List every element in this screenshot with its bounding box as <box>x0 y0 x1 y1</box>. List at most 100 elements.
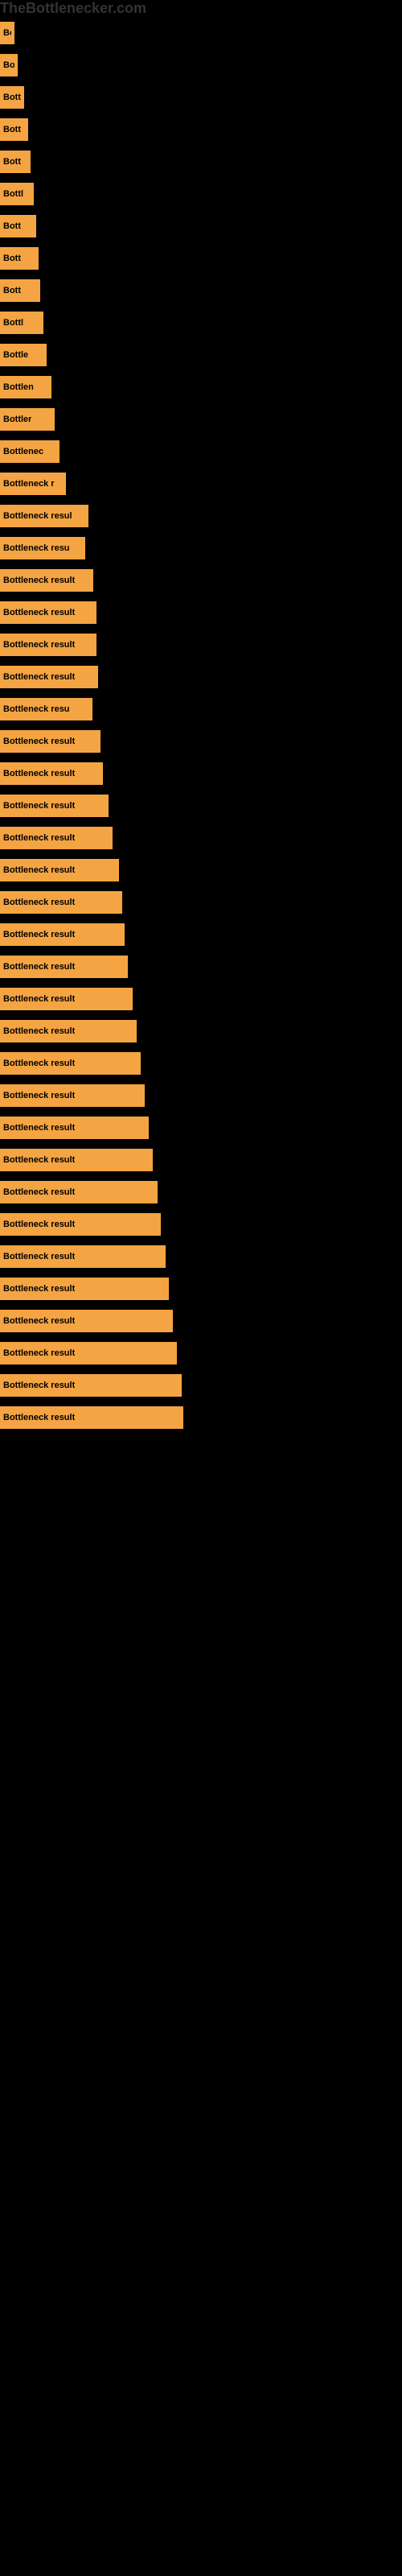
bar-row: Bottleneck result <box>0 597 402 629</box>
bar-label: Bottler <box>3 415 31 424</box>
bar-label: Bottleneck result <box>3 930 75 939</box>
bar-label: Bottleneck resul <box>3 511 72 521</box>
bar-row: Bottleneck result <box>0 1208 402 1241</box>
bar-row: Bott <box>0 242 402 275</box>
bar-row: Bott <box>0 114 402 146</box>
bar-label: Bottleneck result <box>3 1381 75 1390</box>
bar-label: Bottleneck result <box>3 801 75 811</box>
bar-label: Bottleneck result <box>3 1348 75 1358</box>
bar-row: Bottleneck result <box>0 1047 402 1080</box>
result-bar: Bott <box>0 279 40 302</box>
result-bar: Bottleneck result <box>0 1310 173 1332</box>
bar-label: Bottleneck result <box>3 1123 75 1133</box>
bar-label: Bott <box>3 254 21 263</box>
bar-row: Bottlenec <box>0 436 402 468</box>
bar-label: Bottleneck result <box>3 737 75 746</box>
result-bar: Bott <box>0 151 31 173</box>
bar-label: Bottl <box>3 189 23 199</box>
result-bar: Bottleneck r <box>0 473 66 495</box>
bar-label: Bottlenec <box>3 447 43 456</box>
bar-label: Bottleneck result <box>3 994 75 1004</box>
result-bar: Bottleneck result <box>0 1342 177 1364</box>
bar-row: Bottleneck resu <box>0 532 402 564</box>
result-bar: Bottleneck result <box>0 1406 183 1429</box>
bar-label: Bott <box>3 221 21 231</box>
bar-row: Bottleneck result <box>0 1080 402 1112</box>
bars-container: BoBoBottBottBottBottlBottBottBottBottlBo… <box>0 17 402 1434</box>
bar-row: Bottleneck result <box>0 1241 402 1273</box>
result-bar: Bottleneck result <box>0 634 96 656</box>
result-bar: Bottleneck result <box>0 601 96 624</box>
bar-label: Bott <box>3 125 21 134</box>
bar-row: Bottlen <box>0 371 402 403</box>
bar-label: Bott <box>3 286 21 295</box>
result-bar: Bottleneck result <box>0 569 93 592</box>
bar-row: Bottleneck result <box>0 1144 402 1176</box>
result-bar: Bo <box>0 54 18 76</box>
bar-row: Bott <box>0 81 402 114</box>
bar-label: Bottleneck result <box>3 1026 75 1036</box>
result-bar: Bott <box>0 118 28 141</box>
bar-row: Bottleneck result <box>0 983 402 1015</box>
bar-row: Bottl <box>0 178 402 210</box>
result-bar: Bottleneck result <box>0 762 103 785</box>
bar-row: Bottler <box>0 403 402 436</box>
bar-row: Bottl <box>0 307 402 339</box>
result-bar: Bottleneck result <box>0 1213 161 1236</box>
result-bar: Bottleneck result <box>0 988 133 1010</box>
bar-row: Bottleneck result <box>0 725 402 758</box>
bar-row: Bottleneck r <box>0 468 402 500</box>
bar-label: Bottleneck result <box>3 769 75 778</box>
result-bar: Bottleneck result <box>0 1181 158 1203</box>
result-bar: Bott <box>0 247 39 270</box>
result-bar: Bottleneck result <box>0 956 128 978</box>
bar-label: Bottlen <box>3 382 34 392</box>
bar-label: Bottleneck resu <box>3 704 70 714</box>
bar-row: Bott <box>0 146 402 178</box>
bar-label: Bottleneck result <box>3 1284 75 1294</box>
bar-row: Bottleneck result <box>0 1369 402 1402</box>
bar-row: Bottleneck result <box>0 822 402 854</box>
bar-label: Bott <box>3 157 21 167</box>
bar-row: Bottleneck result <box>0 629 402 661</box>
result-bar: Bottleneck result <box>0 891 122 914</box>
bar-row: Bottleneck result <box>0 951 402 983</box>
bar-row: Bottleneck result <box>0 564 402 597</box>
bar-row: Bott <box>0 210 402 242</box>
bar-label: Bottl <box>3 318 23 328</box>
result-bar: Bottleneck result <box>0 1278 169 1300</box>
result-bar: Bottleneck result <box>0 1052 141 1075</box>
result-bar: Bottleneck result <box>0 827 113 849</box>
bar-label: Bo <box>3 60 14 70</box>
bar-row: Bottleneck result <box>0 1112 402 1144</box>
bar-label: Bottleneck result <box>3 1413 75 1422</box>
result-bar: Bottleneck result <box>0 1020 137 1042</box>
result-bar: Bottleneck result <box>0 923 125 946</box>
result-bar: Bottleneck resul <box>0 505 88 527</box>
result-bar: Bottleneck result <box>0 859 119 881</box>
bar-row: Bottleneck result <box>0 1337 402 1369</box>
site-title: TheBottlenecker.com <box>0 0 402 17</box>
bar-row: Bo <box>0 49 402 81</box>
bar-row: Bottleneck result <box>0 1176 402 1208</box>
bar-row: Bottle <box>0 339 402 371</box>
result-bar: Bottleneck resu <box>0 537 85 559</box>
bar-label: Bottleneck result <box>3 576 75 585</box>
result-bar: Bottleneck result <box>0 1245 166 1268</box>
result-bar: Bottl <box>0 183 34 205</box>
result-bar: Bottlenec <box>0 440 59 463</box>
bar-label: Bottleneck result <box>3 962 75 972</box>
bar-label: Bottleneck result <box>3 1252 75 1261</box>
bar-row: Bottleneck result <box>0 854 402 886</box>
bar-row: Bottleneck result <box>0 758 402 790</box>
bar-row: Bott <box>0 275 402 307</box>
bar-row: Bottleneck result <box>0 886 402 919</box>
result-bar: Bottler <box>0 408 55 431</box>
bar-row: Bottleneck resul <box>0 500 402 532</box>
result-bar: Bottleneck result <box>0 1149 153 1171</box>
bar-label: Bottleneck result <box>3 1059 75 1068</box>
bar-label: Bottle <box>3 350 28 360</box>
bar-label: Bottleneck result <box>3 1316 75 1326</box>
bar-row: Bottleneck result <box>0 790 402 822</box>
bar-label: Bottleneck result <box>3 608 75 617</box>
